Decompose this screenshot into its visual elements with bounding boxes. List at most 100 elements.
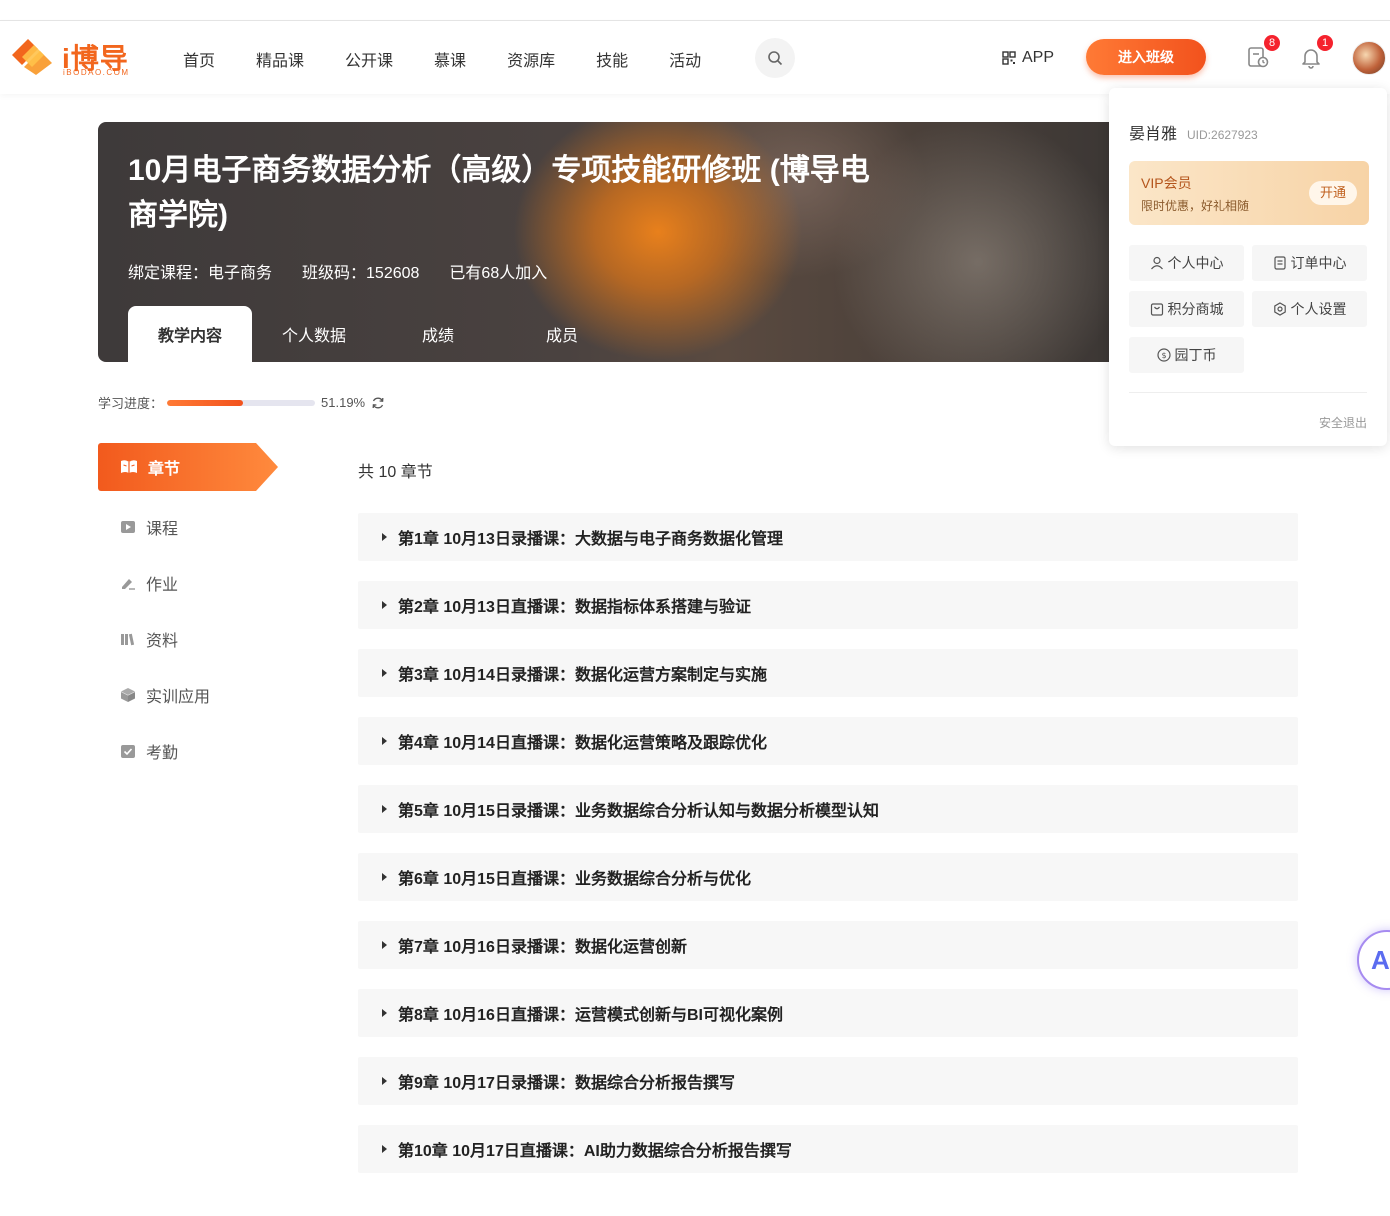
chapter-item[interactable]: 第9章 10月17日录播课：数据综合分析报告撰写	[358, 1057, 1298, 1105]
chapter-item[interactable]: 第1章 10月13日录播课：大数据与电子商务数据化管理	[358, 513, 1298, 561]
chapter-count: 共 10 章节	[358, 464, 433, 481]
dropdown-user-info: 晏肖雅 UID:2627923	[1129, 120, 1258, 144]
chapter-item[interactable]: 第5章 10月15日录播课：业务数据综合分析认知与数据分析模型认知	[358, 785, 1298, 833]
search-button[interactable]	[755, 38, 795, 78]
dropdown-divider	[1129, 392, 1367, 393]
chapter-title: 第7章 10月16日录播课：数据化运营创新	[398, 939, 687, 956]
caret-right-icon	[382, 805, 387, 813]
user-dropdown: 晏肖雅 UID:2627923 VIP会员 限时优惠，好礼相随 开通 个人中心 …	[1109, 88, 1387, 446]
nav-resources[interactable]: 资源库	[507, 47, 555, 71]
side-item-attendance[interactable]: 考勤	[98, 723, 278, 779]
enter-class-button[interactable]: 进入班级	[1086, 39, 1206, 75]
side-item-label: 章节	[148, 461, 181, 478]
side-item-chapters[interactable]: 章节	[98, 443, 278, 491]
chapter-item[interactable]: 第10章 10月17日直播课：AI助力数据综合分析报告撰写	[358, 1125, 1298, 1173]
logo-subtext: iBODAO.COM	[63, 68, 130, 77]
app-download-link[interactable]: APP	[1002, 49, 1054, 67]
menu-personal-center[interactable]: 个人中心	[1129, 245, 1244, 281]
joined-count: 已有68人加入	[449, 265, 548, 282]
class-banner: 10月电子商务数据分析（高级）专项技能研修班 (博导电商学院) 绑定课程：电子商…	[98, 122, 1138, 362]
user-name: 晏肖雅	[1129, 126, 1178, 143]
vip-title: VIP会员	[1141, 175, 1192, 191]
menu-personal-settings[interactable]: 个人设置	[1252, 291, 1367, 327]
notification-count-badge: 1	[1317, 35, 1333, 51]
chapter-title: 第1章 10月13日录播课：大数据与电子商务数据化管理	[398, 531, 783, 548]
tab-personal-data[interactable]: 个人数据	[252, 306, 376, 362]
todo-button[interactable]: 8	[1246, 35, 1280, 71]
chapter-item[interactable]: 第4章 10月14日直播课：数据化运营策略及跟踪优化	[358, 717, 1298, 765]
nav-premium-courses[interactable]: 精品课	[256, 47, 304, 71]
caret-right-icon	[382, 873, 387, 881]
chapter-item[interactable]: 第8章 10月16日直播课：运营模式创新与BI可视化案例	[358, 989, 1298, 1037]
class-tabs: 教学内容 个人数据 成绩 成员	[128, 306, 624, 362]
side-item-courses[interactable]: 课程	[98, 499, 278, 555]
pencil-icon	[122, 579, 135, 590]
progress-fill	[167, 399, 243, 406]
tab-members[interactable]: 成员	[500, 306, 624, 362]
side-item-practical-training[interactable]: 实训应用	[98, 667, 278, 723]
tab-grades[interactable]: 成绩	[376, 306, 500, 362]
notification-button[interactable]: 1	[1299, 35, 1333, 71]
logout-link[interactable]: 安全退出	[1319, 414, 1367, 431]
chapter-list: 共 10 章节 第1章 10月13日录播课：大数据与电子商务数据化管理 第2章 …	[358, 458, 1298, 1193]
chapter-item[interactable]: 第2章 10月13日直播课：数据指标体系搭建与验证	[358, 581, 1298, 629]
nav-home[interactable]: 首页	[183, 47, 215, 71]
search-icon	[768, 51, 783, 66]
main-nav: 首页 精品课 公开课 慕课 资源库 技能 活动	[183, 47, 742, 71]
chapter-item[interactable]: 第6章 10月15日直播课：业务数据综合分析与优化	[358, 853, 1298, 901]
user-icon	[1150, 256, 1163, 270]
document-icon	[1273, 256, 1286, 270]
dropdown-menu-grid: 个人中心 订单中心 积分商城 个人设置 $ 园丁币	[1129, 245, 1369, 383]
cube-icon	[121, 688, 135, 702]
chapter-title: 第2章 10月13日直播课：数据指标体系搭建与验证	[398, 599, 751, 616]
coin-icon: $	[1156, 348, 1171, 362]
menu-gardener-coins[interactable]: $ 园丁币	[1129, 337, 1244, 373]
chapter-title: 第3章 10月14日录播课：数据化运营方案制定与实施	[398, 667, 767, 684]
side-item-label: 作业	[146, 577, 179, 594]
class-meta: 绑定课程：电子商务 班级码：152608 已有68人加入	[128, 259, 577, 283]
vip-subtitle: 限时优惠，好礼相随	[1141, 199, 1250, 213]
menu-label: 个人设置	[1290, 301, 1347, 317]
svg-text:$: $	[1161, 351, 1166, 360]
shopping-bag-icon	[1150, 303, 1163, 316]
menu-label: 订单中心	[1290, 255, 1347, 271]
progress-bar	[167, 399, 316, 406]
nav-mooc[interactable]: 慕课	[434, 47, 466, 71]
user-avatar[interactable]	[1352, 41, 1386, 75]
video-icon	[121, 521, 135, 533]
user-uid: UID:2627923	[1187, 128, 1258, 142]
menu-order-center[interactable]: 订单中心	[1252, 245, 1367, 281]
side-item-materials[interactable]: 资料	[98, 611, 278, 667]
ai-assistant-float-button[interactable]: A	[1357, 930, 1390, 990]
ai-assistant-letter: A	[1371, 944, 1390, 975]
chapter-title: 第6章 10月15日直播课：业务数据综合分析与优化	[398, 871, 751, 888]
nav-activities[interactable]: 活动	[669, 47, 701, 71]
chapter-title: 第8章 10月16日直播课：运营模式创新与BI可视化案例	[398, 1007, 783, 1024]
site-logo[interactable]: i博导 iBODAO.COM	[8, 37, 138, 79]
chapter-title: 第10章 10月17日直播课：AI助力数据综合分析报告撰写	[398, 1143, 792, 1160]
refresh-icon[interactable]	[371, 396, 385, 410]
todo-count-badge: 8	[1264, 35, 1280, 51]
bound-course: 绑定课程：电子商务	[128, 265, 273, 282]
menu-points-mall[interactable]: 积分商城	[1129, 291, 1244, 327]
side-item-label: 资料	[146, 633, 179, 650]
chapter-item[interactable]: 第7章 10月16日录播课：数据化运营创新	[358, 921, 1298, 969]
caret-right-icon	[382, 1145, 387, 1153]
nav-open-courses[interactable]: 公开课	[345, 47, 393, 71]
chapter-item[interactable]: 第3章 10月14日录播课：数据化运营方案制定与实施	[358, 649, 1298, 697]
side-item-homework[interactable]: 作业	[98, 555, 278, 611]
class-title: 10月电子商务数据分析（高级）专项技能研修班 (博导电商学院)	[128, 154, 870, 232]
logo-mark-icon	[12, 39, 52, 75]
caret-right-icon	[382, 737, 387, 745]
caret-right-icon	[382, 1077, 387, 1085]
app-label: APP	[1022, 49, 1055, 66]
caret-right-icon	[382, 669, 387, 677]
vip-open-button[interactable]: 开通	[1309, 181, 1357, 205]
nav-skills[interactable]: 技能	[596, 47, 628, 71]
progress-value: 51.19%	[321, 395, 366, 410]
tab-teaching-content[interactable]: 教学内容	[128, 306, 252, 362]
caret-right-icon	[382, 1009, 387, 1017]
qrcode-icon	[1002, 51, 1016, 65]
caret-right-icon	[382, 533, 387, 541]
content-side-menu: 章节 课程 作业 资料 实训应用 考勤	[98, 443, 278, 779]
